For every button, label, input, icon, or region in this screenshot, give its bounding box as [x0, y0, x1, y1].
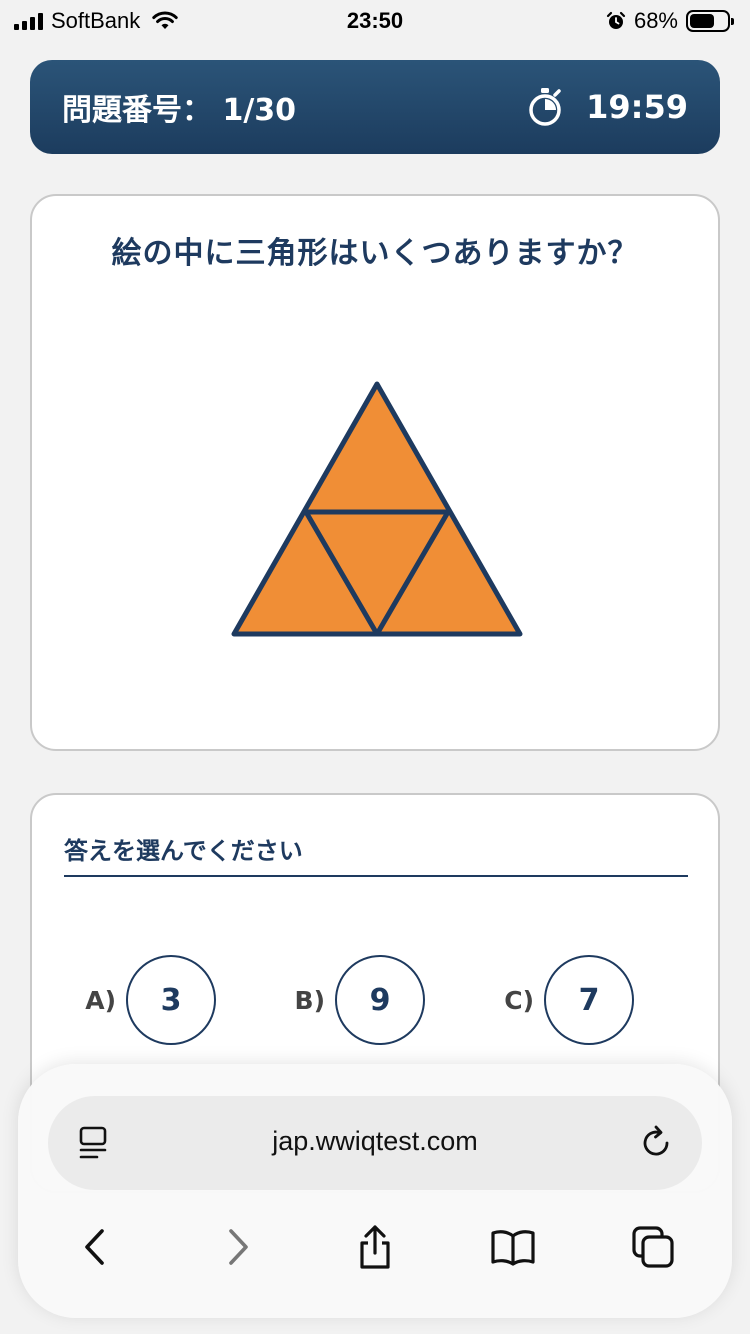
option-a[interactable]: A) 3	[76, 955, 216, 1045]
option-letter: A)	[85, 985, 116, 1015]
forward-button[interactable]	[213, 1222, 263, 1272]
status-bar: SoftBank 23:50 68%	[0, 0, 750, 44]
battery-fill	[690, 14, 715, 28]
answer-title: 答えを選んでください	[64, 837, 303, 865]
alarm-icon	[606, 11, 626, 29]
chevron-left-icon	[85, 1229, 104, 1265]
battery-icon	[686, 10, 734, 32]
option-letter: B)	[294, 985, 325, 1015]
timer: 19:59	[526, 87, 688, 127]
outer-triangle	[231, 381, 523, 637]
quiz-header: 問題番号： 1/30 19:59	[30, 60, 720, 154]
tabs-button[interactable]	[628, 1222, 678, 1272]
battery-percent: 68%	[633, 8, 678, 33]
stopwatch-icon	[529, 88, 561, 126]
tabs-icon	[632, 1226, 674, 1268]
book-icon	[491, 1230, 535, 1266]
reload-icon[interactable]	[640, 1124, 674, 1160]
browser-toolbar: jap.wwiqtest.com	[18, 1064, 732, 1318]
option-c[interactable]: C) 7	[494, 955, 634, 1045]
address-bar[interactable]: jap.wwiqtest.com	[48, 1096, 702, 1190]
back-button[interactable]	[70, 1222, 120, 1272]
bookmarks-button[interactable]	[488, 1222, 538, 1272]
answer-divider	[64, 875, 688, 877]
share-icon	[360, 1225, 390, 1269]
triangle-figure	[231, 381, 523, 637]
question-card: 絵の中に三角形はいくつありますか？	[30, 194, 720, 751]
url-text[interactable]: jap.wwiqtest.com	[48, 1126, 702, 1157]
question-number-value: 1/30	[222, 93, 297, 128]
option-c-button[interactable]: 7	[544, 955, 634, 1045]
question-number-label: 問題番号：	[62, 93, 212, 128]
chevron-right-icon	[229, 1229, 248, 1265]
timer-value: 19:59	[586, 88, 688, 126]
question-number: 問題番号： 1/30	[62, 85, 296, 129]
option-a-button[interactable]: 3	[126, 955, 216, 1045]
option-b-button[interactable]: 9	[335, 955, 425, 1045]
share-button[interactable]	[350, 1222, 400, 1272]
option-b[interactable]: B) 9	[285, 955, 425, 1045]
status-right: 68%	[606, 8, 734, 34]
option-letter: C)	[504, 985, 534, 1015]
